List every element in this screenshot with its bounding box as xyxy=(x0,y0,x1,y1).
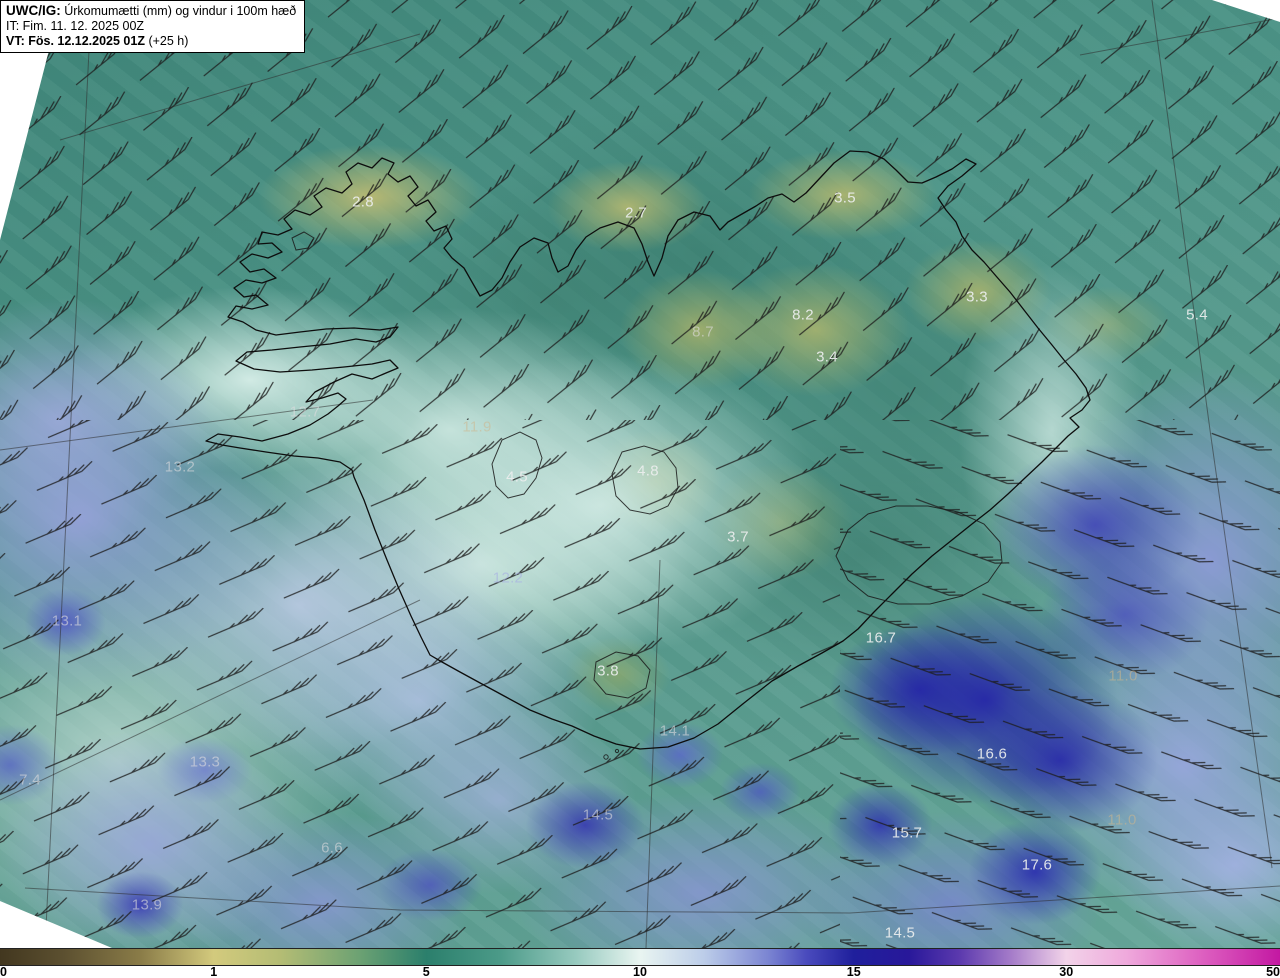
value-label: 16.6 xyxy=(976,745,1008,763)
colorbar-tick: 15 xyxy=(846,965,861,978)
value-label: 12.2 xyxy=(492,569,524,587)
colorbar-tick: 5 xyxy=(422,965,430,978)
value-label: 14.5 xyxy=(582,806,614,824)
value-label: 8.2 xyxy=(792,306,814,324)
value-label: 13.3 xyxy=(189,753,221,771)
precipitation-wind-map: 2.8 2.7 3.5 3.3 8.7 8.2 3.4 5.4 12.7 11.9 13.2 4.5 4… xyxy=(0,0,1280,948)
model-name: UWC/IG: xyxy=(6,3,61,18)
value-label: 6.6 xyxy=(321,839,343,857)
value-label: 13.9 xyxy=(131,896,163,914)
init-time: IT: Fim. 11. 12. 2025 00Z xyxy=(6,19,145,33)
map-title-box: UWC/IG: Úrkomumætti (mm) og vindur i 100… xyxy=(0,0,306,53)
value-label: 17.6 xyxy=(1021,856,1053,874)
value-label: 11.0 xyxy=(1108,667,1138,685)
value-label: 3.7 xyxy=(727,528,749,546)
colorbar-wrap: 0 1 5 10 15 30 50 xyxy=(0,948,1280,978)
valid-time: VT: Fös. 12.12.2025 01Z (+25 h) xyxy=(6,34,189,48)
value-label: 15.7 xyxy=(891,824,923,842)
value-label: 5.4 xyxy=(1186,306,1208,324)
value-label: 8.7 xyxy=(692,323,714,341)
precipitation-colorbar xyxy=(0,948,1280,966)
weather-map-viewport: 2.8 2.7 3.5 3.3 8.7 8.2 3.4 5.4 12.7 11.9 13.2 4.5 4… xyxy=(0,0,1280,978)
value-label: 11.0 xyxy=(1107,811,1137,829)
value-label: 14.1 xyxy=(659,722,691,740)
value-labels: 2.8 2.7 3.5 3.3 8.7 8.2 3.4 5.4 12.7 11.9 13.2 4.5 4… xyxy=(0,0,1280,948)
colorbar-ticks: 0 1 5 10 15 30 50 xyxy=(0,965,1280,978)
value-label: 2.7 xyxy=(625,204,647,222)
value-label: 3.8 xyxy=(597,662,619,680)
colorbar-tick: 50 xyxy=(1266,965,1280,978)
model-title: UWC/IG: Úrkomumætti (mm) og vindur i 100… xyxy=(6,3,297,18)
colorbar-tick: 1 xyxy=(210,965,218,978)
value-label: 3.3 xyxy=(966,288,988,306)
value-label: 4.5 xyxy=(506,468,528,486)
value-label: 14.5 xyxy=(884,924,916,942)
value-label: 3.5 xyxy=(834,189,856,207)
colorbar-tick: 30 xyxy=(1059,965,1074,978)
value-label: 13.1 xyxy=(51,612,83,630)
value-label: 16.7 xyxy=(865,629,897,647)
value-label: 7.4 xyxy=(19,771,41,789)
value-label: 13.2 xyxy=(164,458,196,476)
value-label: 11.9 xyxy=(462,418,492,436)
value-label: 3.4 xyxy=(816,348,838,366)
colorbar-tick: 10 xyxy=(633,965,647,978)
value-label: 12.7 xyxy=(289,403,321,421)
colorbar-tick: 0 xyxy=(0,965,7,978)
value-label: 4.8 xyxy=(637,462,659,480)
value-label: 2.8 xyxy=(352,193,374,211)
